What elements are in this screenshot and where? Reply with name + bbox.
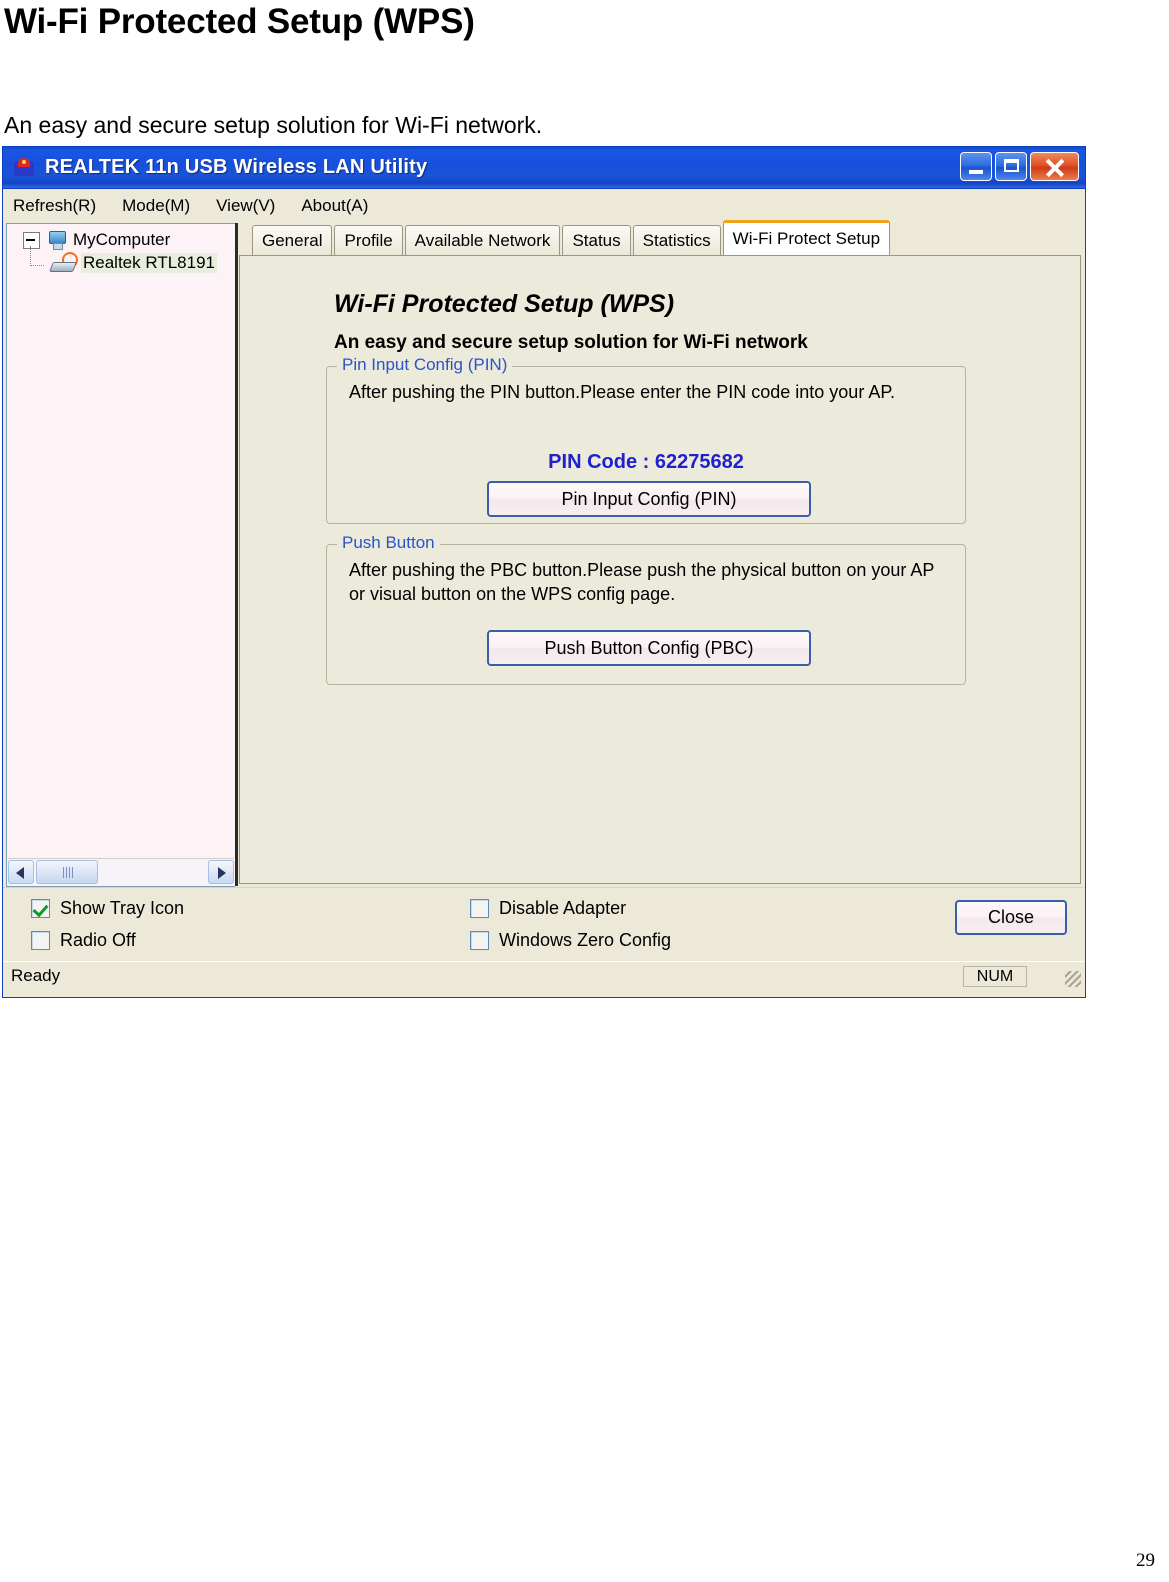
menu-item-refresh[interactable]: Refresh(R) — [13, 196, 96, 216]
wireless-adapter-icon — [49, 252, 78, 274]
maximize-icon[interactable] — [995, 152, 1027, 181]
window-titlebar: REALTEK 11n USB Wireless LAN Utility — [3, 147, 1085, 189]
checkbox-show-tray-icon[interactable]: Show Tray Icon — [31, 898, 184, 919]
page-title: Wi-Fi Protected Setup (WPS) — [4, 2, 475, 41]
tab-area: General Profile Available Network Status… — [235, 219, 1082, 886]
pbc-group-description: After pushing the PBC button.Please push… — [349, 560, 935, 604]
window-body: MyComputer Realtek RTL8191 General Profi… — [3, 219, 1085, 887]
document-page-number: 29 — [1136, 1550, 1155, 1571]
realtek-logo-icon — [11, 155, 37, 181]
push-button-group: Push Button After pushing the PBC button… — [326, 533, 966, 685]
minimize-icon[interactable] — [960, 152, 992, 181]
tab-wifi-protect-setup[interactable]: Wi-Fi Protect Setup — [722, 219, 891, 255]
pin-group-legend: Pin Input Config (PIN) — [337, 355, 513, 375]
application-window: REALTEK 11n USB Wireless LAN Utility Ref… — [2, 146, 1086, 998]
checkbox-windows-zero-config[interactable]: Windows Zero Config — [470, 930, 671, 951]
tree-item-mycomputer[interactable]: MyComputer — [7, 224, 235, 250]
status-message: Ready — [11, 966, 61, 985]
chevron-right-icon[interactable] — [208, 860, 234, 884]
pbc-group-legend: Push Button — [337, 533, 440, 553]
wps-tab-panel: Wi-Fi Protected Setup (WPS) An easy and … — [239, 255, 1081, 884]
checkbox-show-tray-icon-box[interactable] — [31, 899, 50, 918]
window-controls — [960, 152, 1079, 181]
tab-available-network[interactable]: Available Network — [404, 224, 561, 255]
window-title: REALTEK 11n USB Wireless LAN Utility — [45, 156, 428, 178]
wps-panel-title: Wi-Fi Protected Setup (WPS) — [334, 290, 675, 318]
checkbox-show-tray-icon-label: Show Tray Icon — [60, 898, 185, 918]
menu-item-about[interactable]: About(A) — [301, 196, 368, 216]
tab-strip: General Profile Available Network Status… — [238, 219, 1082, 255]
checkbox-radio-off-box[interactable] — [31, 931, 50, 950]
close-icon[interactable] — [1030, 152, 1079, 181]
status-bar: Ready NUM — [3, 961, 1085, 990]
pin-input-config-button[interactable]: Pin Input Config (PIN) — [487, 481, 811, 517]
checkbox-disable-adapter-label: Disable Adapter — [499, 898, 627, 918]
menu-item-mode[interactable]: Mode(M) — [122, 196, 190, 216]
tab-general[interactable]: General — [252, 224, 333, 255]
resize-grip-icon[interactable] — [1065, 971, 1081, 987]
chevron-left-icon[interactable] — [8, 860, 34, 884]
tree-item-mycomputer-label: MyComputer — [73, 230, 171, 249]
push-button-config-button[interactable]: Push Button Config (PBC) — [487, 630, 811, 666]
scrollbar-track[interactable] — [34, 860, 208, 884]
tab-status[interactable]: Status — [562, 224, 631, 255]
checkbox-windows-zero-config-label: Windows Zero Config — [499, 930, 672, 950]
checkbox-radio-off[interactable]: Radio Off — [31, 930, 136, 951]
scrollbar-thumb[interactable] — [36, 860, 98, 884]
tree-horizontal-scrollbar[interactable] — [8, 858, 234, 885]
checkbox-disable-adapter-box[interactable] — [470, 899, 489, 918]
tab-profile[interactable]: Profile — [334, 224, 403, 255]
checkbox-windows-zero-config-box[interactable] — [470, 931, 489, 950]
pin-group-description: After pushing the PIN button.Please ente… — [349, 382, 896, 402]
device-tree-panel: MyComputer Realtek RTL8191 — [6, 223, 235, 887]
menu-bar: Refresh(R) Mode(M) View(V) About(A) — [3, 189, 1085, 222]
wps-panel-subtitle: An easy and secure setup solution for Wi… — [334, 332, 808, 353]
checkbox-radio-off-label: Radio Off — [60, 930, 136, 950]
menu-item-view[interactable]: View(V) — [216, 196, 275, 216]
checkbox-disable-adapter[interactable]: Disable Adapter — [470, 898, 626, 919]
computer-icon — [47, 230, 67, 250]
tab-statistics[interactable]: Statistics — [632, 224, 721, 255]
pin-code-value: PIN Code : 62275682 — [548, 451, 744, 473]
options-bar: Show Tray Icon Radio Off Disable Adapter… — [3, 887, 1085, 961]
tree-item-adapter-label: Realtek RTL8191 — [81, 253, 217, 273]
pin-input-config-group: Pin Input Config (PIN) After pushing the… — [326, 355, 966, 524]
page-subtitle: An easy and secure setup solution for Wi… — [4, 112, 543, 138]
close-button[interactable]: Close — [955, 900, 1067, 935]
tree-item-adapter[interactable]: Realtek RTL8191 — [7, 246, 235, 274]
status-badge: NUM — [963, 966, 1027, 987]
